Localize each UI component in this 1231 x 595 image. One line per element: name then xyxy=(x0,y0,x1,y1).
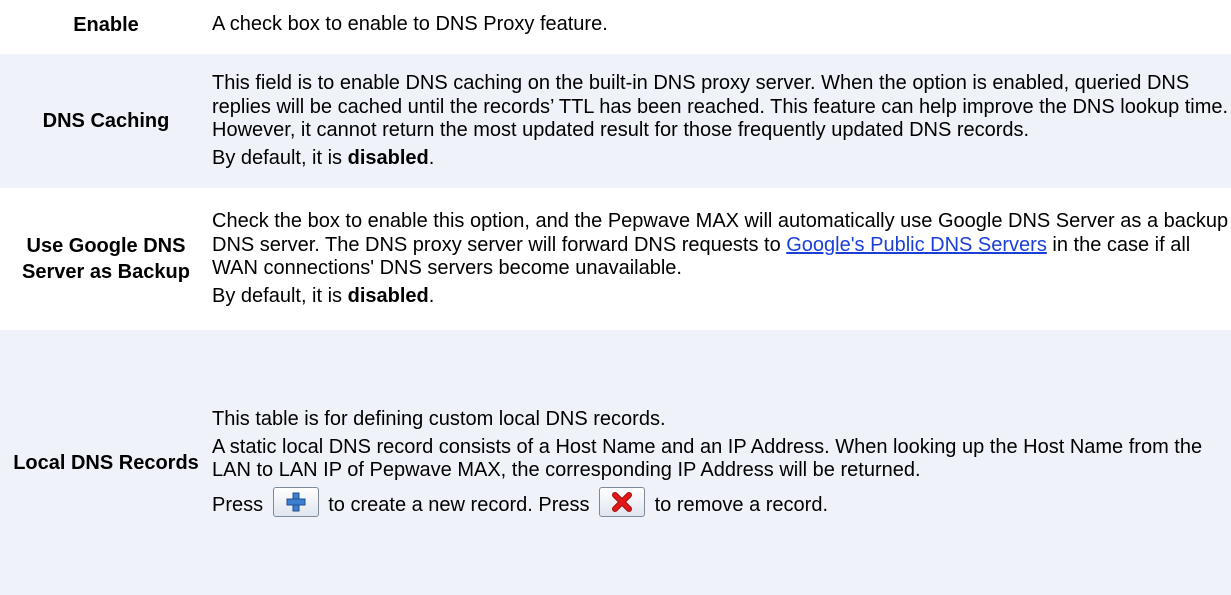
desc-google-dns-default: By default, it is disabled. xyxy=(212,285,1231,309)
press-text-1: Press xyxy=(212,493,269,516)
term-enable: Enable xyxy=(73,14,139,36)
default-prefix: By default, it is xyxy=(212,284,348,307)
desc-local-dns-text-1: This table is for defining custom local … xyxy=(212,408,666,430)
desc-local-dns-press: Press to create a new record. Press to r… xyxy=(212,486,1231,518)
term-google-dns: Use Google DNS Server as Backup xyxy=(22,235,190,283)
desc-dns-caching: This field is to enable DNS caching on t… xyxy=(212,54,1231,188)
default-value: disabled xyxy=(347,284,429,307)
row-local-dns-records: Local DNS Records This table is for defi… xyxy=(0,330,1231,595)
desc-google-dns-text: Check the box to enable this option, and… xyxy=(212,210,1231,281)
desc-dns-caching-default: By default, it is disabled. xyxy=(212,147,1231,171)
desc-enable: A check box to enable to DNS Proxy featu… xyxy=(212,0,1231,50)
default-value: disabled xyxy=(347,146,429,169)
desc-google-dns: Check the box to enable this option, and… xyxy=(212,192,1231,326)
settings-description-table: Enable A check box to enable to DNS Prox… xyxy=(0,0,1231,595)
term-local-dns-records: Local DNS Records xyxy=(0,330,212,595)
default-suffix: . xyxy=(428,284,435,307)
press-text-2: to create a new record. Press xyxy=(322,493,596,516)
default-suffix: . xyxy=(428,146,435,169)
term-dns-caching: DNS Caching xyxy=(0,54,212,188)
desc-enable-text: A check box to enable to DNS Proxy featu… xyxy=(212,13,608,36)
google-public-dns-link[interactable]: Google's Public DNS Servers xyxy=(786,234,1047,256)
row-dns-caching: DNS Caching This field is to enable DNS … xyxy=(0,54,1231,188)
desc-local-dns-text-2: A static local DNS record consists of a … xyxy=(212,435,1203,482)
desc-local-dns-records: This table is for defining custom local … xyxy=(212,330,1231,595)
add-record-button[interactable] xyxy=(272,486,319,517)
press-text-3: to remove a record. xyxy=(649,493,828,516)
remove-record-button[interactable] xyxy=(599,486,646,517)
desc-dns-caching-text: This field is to enable DNS caching on t… xyxy=(212,72,1229,141)
row-google-dns: Use Google DNS Server as Backup Check th… xyxy=(0,192,1231,326)
row-enable: Enable A check box to enable to DNS Prox… xyxy=(0,0,1231,50)
default-prefix: By default, it is xyxy=(212,146,348,169)
add-record-icon xyxy=(286,492,306,511)
remove-record-icon xyxy=(612,491,633,512)
